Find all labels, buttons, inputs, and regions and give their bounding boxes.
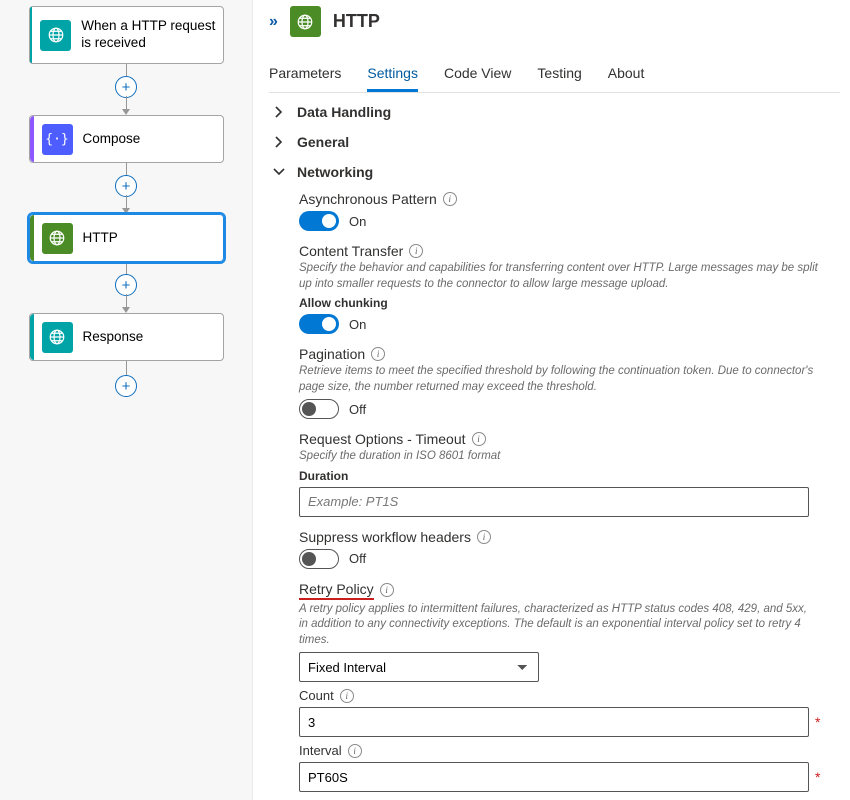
duration-input[interactable] [299, 487, 809, 517]
collapse-panel-icon[interactable]: » [269, 13, 278, 31]
add-step-button[interactable]: + [115, 76, 137, 98]
info-icon[interactable]: i [348, 744, 362, 758]
add-step-button[interactable]: + [115, 375, 137, 397]
workflow-node-http[interactable]: HTTP [29, 214, 224, 262]
required-indicator: * [815, 769, 820, 785]
action-settings-panel: » HTTP Parameters Settings Code View Testin… [252, 0, 850, 800]
tab-settings[interactable]: Settings [367, 59, 418, 92]
info-icon[interactable]: i [477, 530, 491, 544]
add-step-button[interactable]: + [115, 175, 137, 197]
info-icon[interactable]: i [472, 432, 486, 446]
tab-code-view[interactable]: Code View [444, 59, 511, 92]
chevron-down-icon [273, 166, 285, 178]
async-pattern-toggle[interactable] [299, 211, 339, 231]
globe-icon [42, 223, 73, 254]
section-data-handling[interactable]: Data Handling [269, 97, 840, 127]
node-title: Compose [83, 131, 141, 148]
node-title: Response [83, 329, 144, 346]
globe-icon [40, 20, 71, 51]
pagination-toggle[interactable] [299, 399, 339, 419]
retry-interval-label: Interval i [299, 743, 840, 758]
suppress-headers-label: Suppress workflow headers i [299, 529, 840, 545]
workflow-node-response[interactable]: Response [29, 313, 224, 361]
tab-testing[interactable]: Testing [537, 59, 581, 92]
section-networking[interactable]: Networking [269, 157, 840, 187]
allow-chunking-toggle[interactable] [299, 314, 339, 334]
http-connector-icon [290, 6, 321, 37]
node-title: HTTP [83, 230, 118, 247]
workflow-node-trigger[interactable]: When a HTTP request is received [29, 6, 224, 64]
suppress-headers-toggle[interactable] [299, 549, 339, 569]
timeout-label: Request Options - Timeout i [299, 431, 840, 447]
add-step-button[interactable]: + [115, 274, 137, 296]
section-general[interactable]: General [269, 127, 840, 157]
content-transfer-desc: Specify the behavior and capabilities fo… [299, 261, 819, 292]
retry-policy-desc: A retry policy applies to intermittent f… [299, 602, 819, 649]
pagination-label: Pagination i [299, 346, 840, 362]
retry-policy-label: Retry Policy i [299, 581, 840, 600]
info-icon[interactable]: i [371, 347, 385, 361]
duration-field-label: Duration [299, 469, 840, 483]
timeout-desc: Specify the duration in ISO 8601 format [299, 449, 819, 465]
info-icon[interactable]: i [443, 192, 457, 206]
braces-icon: {·} [42, 124, 73, 155]
workflow-node-compose[interactable]: {·} Compose [29, 115, 224, 163]
panel-title: HTTP [333, 11, 380, 32]
tab-about[interactable]: About [608, 59, 645, 92]
info-icon[interactable]: i [340, 689, 354, 703]
content-transfer-label: Content Transfer i [299, 243, 840, 259]
pagination-desc: Retrieve items to meet the specified thr… [299, 364, 819, 395]
retry-policy-type-select[interactable]: Fixed Interval [299, 652, 539, 682]
allow-chunking-label: Allow chunking [299, 296, 840, 310]
tab-bar: Parameters Settings Code View Testing About [269, 59, 840, 93]
async-pattern-label: Asynchronous Pattern i [299, 191, 840, 207]
info-icon[interactable]: i [380, 583, 394, 597]
globe-icon [42, 322, 73, 353]
tab-parameters[interactable]: Parameters [269, 59, 341, 92]
chevron-right-icon [273, 136, 285, 148]
info-icon[interactable]: i [409, 244, 423, 258]
retry-count-label: Count i [299, 688, 840, 703]
retry-count-input[interactable] [299, 707, 809, 737]
retry-interval-input[interactable] [299, 762, 809, 792]
required-indicator: * [815, 714, 820, 730]
workflow-designer: When a HTTP request is received + {·} Compo… [0, 0, 252, 800]
chevron-right-icon [273, 106, 285, 118]
node-title: When a HTTP request is received [81, 18, 222, 52]
